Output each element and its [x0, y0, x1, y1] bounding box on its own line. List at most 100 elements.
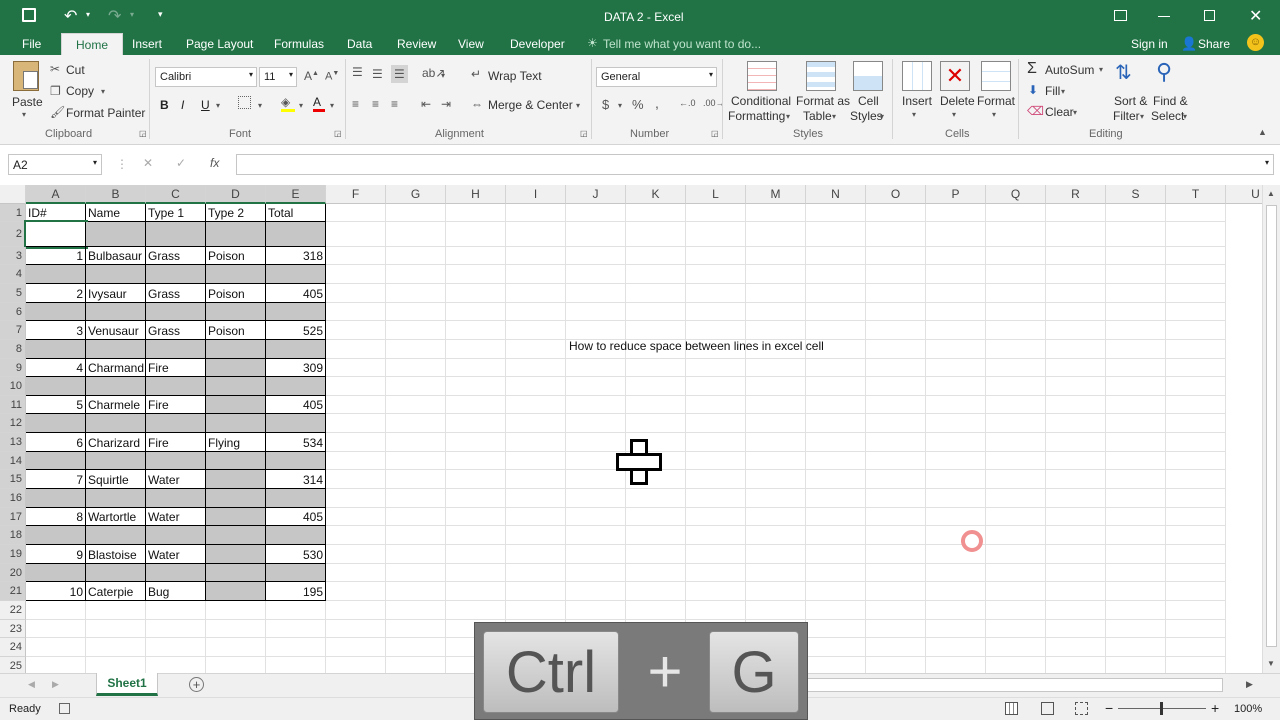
cell[interactable]: [926, 657, 986, 673]
table-cell[interactable]: 309: [266, 359, 326, 377]
close-icon[interactable]: ✕: [1249, 6, 1262, 26]
cell[interactable]: [446, 601, 506, 620]
scroll-up-icon[interactable]: ▲: [1267, 189, 1275, 198]
cell[interactable]: [1166, 526, 1226, 545]
format-painter-button[interactable]: Format Painter: [66, 106, 145, 120]
font-name-select[interactable]: Calibri ▾: [155, 67, 257, 87]
blank-row-cell[interactable]: [146, 452, 206, 470]
insert-function-icon[interactable]: fx: [210, 156, 219, 170]
cell[interactable]: [566, 601, 626, 620]
column-header-a[interactable]: A: [26, 185, 86, 204]
column-header-t[interactable]: T: [1166, 185, 1226, 204]
blank-row-cell[interactable]: [146, 265, 206, 284]
cell[interactable]: [866, 204, 926, 222]
blank-row-cell[interactable]: [86, 377, 146, 396]
cell[interactable]: [86, 601, 146, 620]
cell[interactable]: [386, 396, 446, 414]
prev-sheet-icon[interactable]: ◀: [28, 679, 35, 690]
cell[interactable]: [626, 582, 686, 601]
cell[interactable]: [386, 433, 446, 452]
middle-align-icon[interactable]: ☰: [372, 67, 383, 81]
cell[interactable]: [1046, 601, 1106, 620]
blank-row-cell[interactable]: [86, 303, 146, 321]
cell[interactable]: [866, 222, 926, 247]
column-header-g[interactable]: G: [386, 185, 446, 204]
cell-styles-line1[interactable]: Cell: [858, 94, 879, 108]
cell[interactable]: [1106, 377, 1166, 396]
table-cell[interactable]: Grass: [146, 284, 206, 303]
row-header-12[interactable]: 12: [0, 414, 26, 433]
table-cell[interactable]: 314: [266, 470, 326, 489]
cell[interactable]: [686, 508, 746, 526]
currency-dropdown-icon[interactable]: ▾: [618, 101, 622, 110]
blank-row-cell[interactable]: [146, 222, 206, 247]
conditional-formatting-line2[interactable]: Formatting: [728, 109, 785, 123]
cell[interactable]: [926, 284, 986, 303]
cell[interactable]: [1046, 582, 1106, 601]
column-header-b[interactable]: B: [86, 185, 146, 204]
table-cell[interactable]: Poison: [206, 321, 266, 340]
cell[interactable]: [506, 489, 566, 508]
blank-row-cell[interactable]: [86, 489, 146, 508]
format-table-dropdown-icon[interactable]: ▾: [832, 112, 836, 121]
fill-button[interactable]: Fill: [1045, 84, 1060, 98]
cell[interactable]: [386, 489, 446, 508]
cell[interactable]: [626, 284, 686, 303]
find-dropdown-icon[interactable]: ▾: [1183, 112, 1187, 121]
cell[interactable]: [326, 601, 386, 620]
cell[interactable]: [1046, 526, 1106, 545]
tab-review[interactable]: Review: [397, 37, 436, 51]
cell[interactable]: [926, 247, 986, 265]
paste-button[interactable]: Paste: [12, 95, 43, 109]
cell[interactable]: [746, 265, 806, 284]
table-header-cell[interactable]: Total: [266, 204, 326, 222]
cell[interactable]: [506, 396, 566, 414]
cell[interactable]: [746, 222, 806, 247]
row-header-1[interactable]: 1: [0, 204, 26, 222]
row-header-7[interactable]: 7: [0, 321, 26, 340]
add-sheet-icon[interactable]: +: [189, 677, 204, 692]
cell[interactable]: [1106, 452, 1166, 470]
cell[interactable]: [746, 284, 806, 303]
cell[interactable]: [686, 303, 746, 321]
cell[interactable]: [566, 359, 626, 377]
table-cell[interactable]: 8: [26, 508, 86, 526]
column-header-o[interactable]: O: [866, 185, 926, 204]
find-select-icon[interactable]: ⚲: [1156, 59, 1172, 85]
cell[interactable]: [806, 284, 866, 303]
conditional-formatting-icon[interactable]: [747, 61, 777, 91]
insert-cells-button[interactable]: Insert: [902, 94, 932, 108]
cell[interactable]: [506, 470, 566, 489]
increase-indent-icon[interactable]: ⇥: [441, 97, 451, 111]
table-cell[interactable]: [206, 582, 266, 601]
cell[interactable]: [386, 526, 446, 545]
blank-row-cell[interactable]: [26, 377, 86, 396]
paste-dropdown-icon[interactable]: ▾: [22, 110, 26, 119]
table-cell[interactable]: 405: [266, 396, 326, 414]
merge-dropdown-icon[interactable]: ▾: [576, 101, 580, 110]
cell[interactable]: [806, 414, 866, 433]
cell[interactable]: [566, 377, 626, 396]
cell[interactable]: [386, 321, 446, 340]
cell[interactable]: [266, 638, 326, 657]
cell[interactable]: [146, 638, 206, 657]
cell[interactable]: [866, 377, 926, 396]
cell[interactable]: [1166, 359, 1226, 377]
undo-icon[interactable]: ↶: [64, 6, 77, 26]
cell[interactable]: [386, 452, 446, 470]
underline-icon[interactable]: U: [201, 98, 210, 112]
row-header-17[interactable]: 17: [0, 508, 26, 526]
redo-dropdown-icon[interactable]: ▾: [130, 10, 134, 19]
blank-row-cell[interactable]: [206, 265, 266, 284]
table-cell[interactable]: [206, 545, 266, 564]
cell[interactable]: [506, 303, 566, 321]
cell[interactable]: [1046, 657, 1106, 673]
blank-row-cell[interactable]: [86, 564, 146, 582]
cell[interactable]: [446, 284, 506, 303]
cell[interactable]: [806, 359, 866, 377]
cell[interactable]: [926, 638, 986, 657]
table-cell[interactable]: Fire: [146, 359, 206, 377]
active-cell[interactable]: [24, 220, 88, 249]
comma-icon[interactable]: ,: [655, 95, 659, 111]
cell[interactable]: [866, 564, 926, 582]
